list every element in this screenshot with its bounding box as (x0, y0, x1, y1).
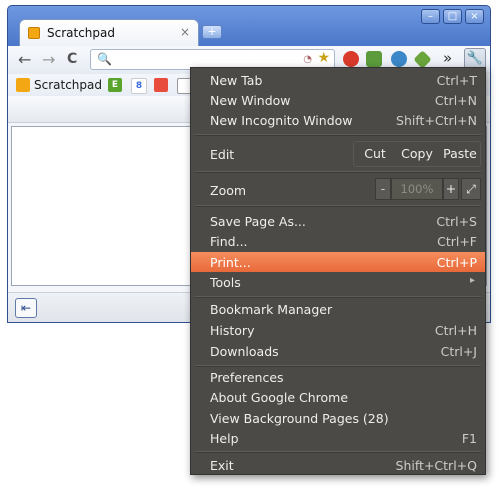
menu-item-label: Help (210, 431, 239, 446)
submenu-arrow-icon: ▸ (469, 275, 475, 286)
fullscreen-icon[interactable]: ⤢ (461, 178, 481, 200)
page-action-icon[interactable]: ◔ (303, 54, 312, 65)
chrome-wrench-menu: New Tab Ctrl+T New Window Ctrl+N New Inc… (190, 67, 486, 475)
google-bookmark-icon[interactable]: 8 (131, 78, 147, 94)
menu-item-label: New Tab (210, 73, 263, 88)
menu-item-shortcut: F1 (461, 431, 477, 446)
menu-item-label: Preferences (210, 370, 284, 385)
menu-item-find[interactable]: Find... Ctrl+F (191, 231, 485, 251)
menu-separator (195, 296, 481, 298)
menu-item-shortcut: Shift+Ctrl+Q (395, 458, 477, 473)
close-icon[interactable]: × (180, 25, 190, 39)
menu-item-label: Exit (210, 458, 234, 473)
menu-item-tools[interactable]: Tools ▸ (191, 272, 485, 292)
menu-item-help[interactable]: Help F1 (191, 428, 485, 448)
menu-item-label: About Google Chrome (210, 390, 349, 405)
menu-separator (195, 451, 481, 453)
menu-item-shortcut: Ctrl+S (436, 214, 477, 229)
scratchpad-favicon-icon (28, 27, 40, 39)
bookmark-star-icon[interactable]: ★ (317, 50, 330, 66)
menu-item-downloads[interactable]: Downloads Ctrl+J (191, 341, 485, 361)
overflow-chevron-icon[interactable]: » (443, 49, 452, 67)
menu-item-shortcut: Ctrl+N (434, 93, 477, 108)
menu-item-preferences[interactable]: Preferences (191, 367, 485, 387)
new-tab-button[interactable]: + (202, 25, 222, 39)
menu-item-print[interactable]: Print... Ctrl+P (191, 252, 485, 272)
menu-item-label: Downloads (210, 344, 279, 359)
menu-item-label: Zoom (210, 183, 247, 198)
menu-item-shortcut: Ctrl+H (434, 323, 477, 338)
scratchpad-bookmark-icon (16, 78, 30, 92)
menu-item-shortcut: Ctrl+T (436, 73, 477, 88)
menu-item-new-window[interactable]: New Window Ctrl+N (191, 90, 485, 110)
menu-separator (195, 205, 481, 207)
tomato-extension-icon[interactable] (343, 51, 359, 67)
zoom-out-button[interactable]: - (375, 178, 391, 200)
menu-item-exit[interactable]: Exit Shift+Ctrl+Q (191, 455, 485, 475)
menu-item-save-page-as[interactable]: Save Page As... Ctrl+S (191, 211, 485, 231)
minimize-button[interactable]: – (421, 9, 440, 24)
menu-item-view-background-pages[interactable]: View Background Pages (28) (191, 408, 485, 428)
copy-button[interactable]: Copy (397, 142, 437, 166)
menu-item-label: Save Page As... (210, 214, 306, 229)
menu-item-label: History (210, 323, 255, 338)
menu-item-label: Bookmark Manager (210, 302, 333, 317)
menu-item-label: View Background Pages (28) (210, 411, 389, 426)
title-bar: – □ × Scratchpad × + (8, 6, 490, 46)
menu-item-new-tab[interactable]: New Tab Ctrl+T (191, 70, 485, 90)
tab-title: Scratchpad (47, 26, 115, 40)
menu-item-label: Find... (210, 234, 248, 249)
menu-item-shortcut: Ctrl+P (436, 255, 477, 270)
tab-scratchpad[interactable]: Scratchpad × (19, 19, 199, 46)
bookmark-scratchpad[interactable]: Scratchpad (34, 78, 102, 92)
menu-item-label: Edit (210, 147, 235, 162)
menu-item-shortcut: Shift+Ctrl+N (396, 113, 477, 128)
paste-button[interactable]: Paste (439, 142, 481, 166)
evernote-extension-icon[interactable] (366, 51, 382, 67)
green-arrow-extension-icon[interactable] (413, 50, 432, 69)
search-icon: 🔍 (97, 52, 112, 66)
menu-item-about-google-chrome[interactable]: About Google Chrome (191, 387, 485, 407)
menu-item-history[interactable]: History Ctrl+H (191, 320, 485, 340)
window-controls: – □ × (421, 9, 484, 24)
evernote-bookmark-icon[interactable]: E (108, 78, 122, 92)
back-arrow-icon[interactable]: ← (18, 50, 31, 69)
zoom-level: 100% (391, 178, 443, 200)
cut-button[interactable]: Cut (357, 142, 393, 166)
menu-separator (195, 134, 481, 136)
forward-arrow-icon[interactable]: → (42, 50, 55, 69)
menu-item-label: Print... (210, 255, 251, 270)
menu-separator (195, 171, 481, 173)
red-bookmark-icon[interactable] (154, 78, 168, 92)
menu-item-label: New Incognito Window (210, 113, 353, 128)
menu-item-label: Tools (210, 275, 241, 290)
maximize-button[interactable]: □ (443, 9, 462, 24)
bird-extension-icon[interactable] (391, 51, 407, 67)
menu-item-bookmark-manager[interactable]: Bookmark Manager (191, 299, 485, 319)
menu-item-shortcut: Ctrl+J (440, 344, 477, 359)
menu-item-label: New Window (210, 93, 291, 108)
outdent-button[interactable]: ⇤ (15, 298, 37, 318)
zoom-in-button[interactable]: + (443, 178, 459, 200)
menu-item-shortcut: Ctrl+F (437, 234, 477, 249)
close-window-button[interactable]: × (465, 9, 484, 24)
menu-item-new-incognito-window[interactable]: New Incognito Window Shift+Ctrl+N (191, 110, 485, 130)
reload-icon[interactable]: C (67, 51, 77, 67)
